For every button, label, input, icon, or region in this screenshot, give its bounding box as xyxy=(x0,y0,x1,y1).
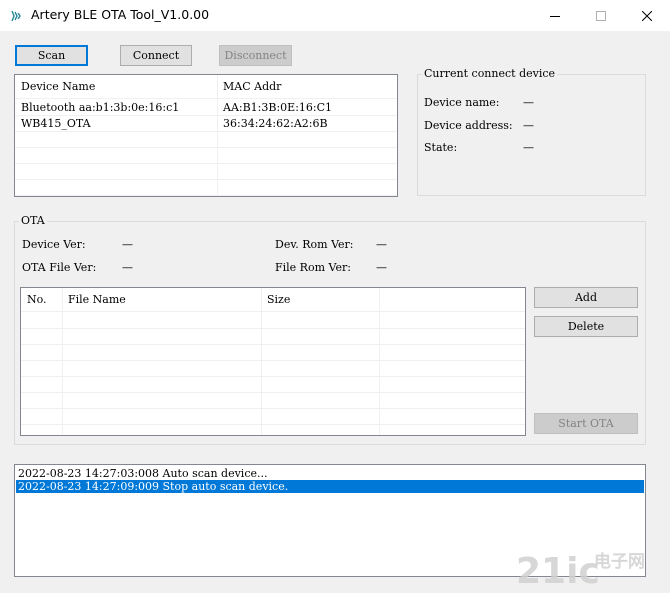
ota-file-ver-value: — xyxy=(122,261,133,274)
table-row xyxy=(21,329,525,345)
close-icon xyxy=(642,10,652,21)
column-device-name[interactable]: Device Name xyxy=(15,75,217,99)
dev-rom-ver-value: — xyxy=(376,238,387,251)
ota-title: OTA xyxy=(19,214,47,227)
table-row[interactable]: Bluetooth aa:b1:3b:0e:16:c1 AA:B1:3B:0E:… xyxy=(15,100,397,116)
column-no[interactable]: No. xyxy=(21,288,63,312)
table-row xyxy=(21,361,525,377)
ota-file-ver-label: OTA File Ver: xyxy=(22,261,97,274)
start-ota-button[interactable]: Start OTA xyxy=(534,413,638,434)
state-value: — xyxy=(523,141,534,154)
table-row xyxy=(21,313,525,329)
maximize-icon xyxy=(596,10,606,21)
column-file-name[interactable]: File Name xyxy=(62,288,262,312)
mac-addr-cell: 36:34:24:62:A2:6B xyxy=(223,117,328,130)
table-row xyxy=(15,148,397,164)
ota-file-list-header: No. File Name Size xyxy=(21,288,525,312)
device-list[interactable]: Device Name MAC Addr Bluetooth aa:b1:3b:… xyxy=(14,74,398,197)
device-name-cell: Bluetooth aa:b1:3b:0e:16:c1 xyxy=(21,101,180,114)
device-list-header: Device Name MAC Addr xyxy=(15,75,397,99)
delete-button[interactable]: Delete xyxy=(534,316,638,337)
current-device-title: Current connect device xyxy=(422,67,558,80)
minimize-button[interactable] xyxy=(532,0,578,31)
current-device-group xyxy=(417,74,646,196)
column-mac-addr[interactable]: MAC Addr xyxy=(217,75,397,99)
ota-file-list[interactable]: No. File Name Size xyxy=(20,287,526,436)
minimize-icon xyxy=(550,15,560,17)
device-name-label: Device name: xyxy=(424,96,500,109)
log-line-selected[interactable]: 2022-08-23 14:27:09:009 Stop auto scan d… xyxy=(16,480,644,493)
table-row xyxy=(15,180,397,196)
device-name-cell: WB415_OTA xyxy=(21,117,91,130)
svg-text:21ic: 21ic xyxy=(516,551,600,589)
file-rom-ver-label: File Rom Ver: xyxy=(275,261,351,274)
table-row xyxy=(21,377,525,393)
device-address-label: Device address: xyxy=(424,119,513,132)
table-row[interactable]: WB415_OTA 36:34:24:62:A2:6B xyxy=(15,116,397,132)
table-row xyxy=(15,132,397,148)
mac-addr-cell: AA:B1:3B:0E:16:C1 xyxy=(223,101,333,114)
title-bar: Artery BLE OTA Tool_V1.0.00 xyxy=(0,0,670,31)
connect-button[interactable]: Connect xyxy=(120,45,192,66)
close-button[interactable] xyxy=(624,0,670,31)
disconnect-button[interactable]: Disconnect xyxy=(219,45,292,66)
device-address-value: — xyxy=(523,119,534,132)
watermark-logo: 21ic 电子网 xyxy=(516,551,645,589)
add-button[interactable]: Add xyxy=(534,287,638,308)
device-name-value: — xyxy=(523,96,534,109)
table-row xyxy=(21,409,525,425)
svg-text:电子网: 电子网 xyxy=(594,551,645,572)
maximize-button[interactable] xyxy=(578,0,624,31)
state-label: State: xyxy=(424,141,458,154)
table-row xyxy=(21,393,525,409)
column-size[interactable]: Size xyxy=(261,288,379,312)
window-title: Artery BLE OTA Tool_V1.0.00 xyxy=(31,7,210,22)
dev-rom-ver-label: Dev. Rom Ver: xyxy=(275,238,354,251)
device-ver-value: — xyxy=(122,238,133,251)
table-row xyxy=(21,345,525,361)
device-ver-label: Device Ver: xyxy=(22,238,86,251)
scan-button[interactable]: Scan xyxy=(15,45,88,66)
table-row xyxy=(15,164,397,180)
log-line[interactable]: 2022-08-23 14:27:03:008 Auto scan device… xyxy=(16,467,644,480)
file-rom-ver-value: — xyxy=(376,261,387,274)
app-icon xyxy=(11,10,21,22)
